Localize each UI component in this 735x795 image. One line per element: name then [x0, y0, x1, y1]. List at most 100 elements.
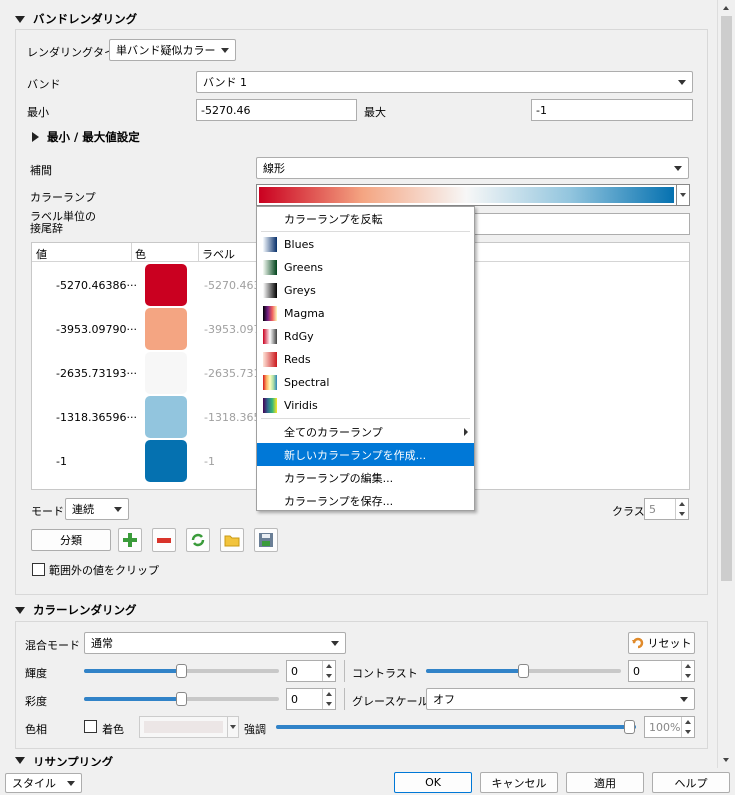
spin-down-icon[interactable]: [685, 730, 691, 734]
menu-item-edit-ramp[interactable]: カラーランプの編集...: [257, 466, 474, 489]
reds-swatch-icon: [263, 352, 277, 367]
menu-item-save-ramp[interactable]: カラーランプを保存...: [257, 489, 474, 512]
spin-up-icon[interactable]: [326, 692, 332, 696]
slider-handle[interactable]: [518, 664, 529, 678]
menu-item-greys[interactable]: Greys: [257, 279, 474, 302]
colorize-checkbox[interactable]: [84, 720, 97, 733]
load-file-button[interactable]: [220, 528, 244, 552]
spin-down-icon[interactable]: [326, 674, 332, 678]
blues-swatch-icon: [263, 237, 277, 252]
band-label: バンド: [27, 78, 61, 91]
row-color-swatch[interactable]: [145, 352, 187, 394]
menu-item-invert-ramp[interactable]: カラーランプを反転: [257, 207, 474, 230]
menu-item-create-new-ramp[interactable]: 新しいカラーランプを作成...: [257, 443, 474, 466]
viridis-swatch-icon: [263, 398, 277, 413]
header-value[interactable]: 値: [36, 246, 47, 262]
vertical-scrollbar[interactable]: [717, 0, 735, 770]
spin-down-icon[interactable]: [685, 674, 691, 678]
strength-slider[interactable]: [276, 720, 636, 734]
color-rendering-header[interactable]: カラーレンダリング: [15, 602, 137, 618]
menu-item-all-ramps[interactable]: 全てのカラーランプ: [257, 420, 474, 443]
help-button[interactable]: ヘルプ: [652, 772, 730, 793]
menu-separator: [261, 418, 470, 419]
band-combo[interactable]: バンド 1: [196, 71, 693, 93]
slider-handle[interactable]: [624, 720, 635, 734]
menu-item-greens[interactable]: Greens: [257, 256, 474, 279]
brightness-slider[interactable]: [84, 664, 279, 678]
brightness-spinbox[interactable]: 0: [286, 660, 336, 682]
menu-item-viridis[interactable]: Viridis: [257, 394, 474, 417]
scrollbar-thumb[interactable]: [721, 16, 732, 581]
colorize-color-button[interactable]: [139, 716, 239, 738]
spectral-swatch-icon: [263, 375, 277, 390]
header-color[interactable]: 色: [135, 246, 146, 262]
remove-value-button[interactable]: [152, 528, 176, 552]
chevron-down-icon: [678, 79, 686, 85]
grayscale-combo[interactable]: オフ: [426, 688, 695, 710]
saturation-label: 彩度: [25, 695, 47, 708]
refresh-icon: [191, 533, 205, 547]
brightness-label: 輝度: [25, 667, 47, 680]
interpolation-combo[interactable]: 線形: [256, 157, 689, 179]
render-type-combo[interactable]: 単バンド疑似カラー: [109, 39, 236, 61]
clip-checkbox[interactable]: [32, 563, 45, 576]
row-color-swatch[interactable]: [145, 440, 187, 482]
reset-button[interactable]: リセット: [628, 632, 695, 654]
min-label: 最小: [27, 106, 49, 119]
menu-separator: [261, 231, 470, 232]
slider-handle[interactable]: [176, 664, 187, 678]
menu-item-reds[interactable]: Reds: [257, 348, 474, 371]
menu-item-rdgy[interactable]: RdGy: [257, 325, 474, 348]
menu-item-magma[interactable]: Magma: [257, 302, 474, 325]
magma-swatch-icon: [263, 306, 277, 321]
row-color-swatch[interactable]: [145, 396, 187, 438]
classify-button[interactable]: 分類: [31, 529, 111, 551]
scroll-down-arrow-icon[interactable]: [723, 758, 729, 762]
chevron-down-icon: [680, 696, 688, 702]
row-color-swatch[interactable]: [145, 308, 187, 350]
interpolation-label: 補間: [30, 164, 52, 177]
divider: [344, 688, 345, 710]
chevron-down-icon: [67, 780, 75, 786]
spin-up-icon[interactable]: [326, 664, 332, 668]
menu-item-blues[interactable]: Blues: [257, 233, 474, 256]
blend-mode-combo[interactable]: 通常: [84, 632, 346, 654]
spin-up-icon[interactable]: [685, 720, 691, 724]
cancel-button[interactable]: キャンセル: [480, 772, 558, 793]
row-label: -3953.097: [204, 323, 261, 336]
spin-up-icon[interactable]: [685, 664, 691, 668]
menu-item-spectral[interactable]: Spectral: [257, 371, 474, 394]
style-menu-button[interactable]: スタイル: [5, 773, 82, 793]
min-input[interactable]: -5270.46: [196, 99, 357, 121]
chevron-down-icon: [680, 193, 686, 197]
header-label[interactable]: ラベル: [202, 246, 235, 262]
row-value: -2635.73193···: [56, 367, 137, 380]
scroll-up-arrow-icon[interactable]: [723, 6, 729, 10]
reverse-order-button[interactable]: [186, 528, 210, 552]
row-color-swatch[interactable]: [145, 264, 187, 306]
save-file-button[interactable]: [254, 528, 278, 552]
row-value: -1: [56, 455, 67, 468]
resampling-header[interactable]: リサンプリング: [15, 756, 113, 766]
slider-handle[interactable]: [176, 692, 187, 706]
submenu-arrow-icon: [464, 428, 468, 436]
ramp-dropdown-arrow[interactable]: [676, 185, 689, 205]
mode-combo[interactable]: 連続: [65, 498, 129, 520]
contrast-slider[interactable]: [426, 664, 621, 678]
saturation-spinbox[interactable]: 0: [286, 688, 336, 710]
unit-suffix-input[interactable]: [470, 213, 690, 235]
strength-spinbox[interactable]: 100%: [644, 716, 695, 738]
spin-down-icon[interactable]: [326, 702, 332, 706]
max-input[interactable]: -1: [531, 99, 693, 121]
saturation-slider[interactable]: [84, 692, 279, 706]
contrast-spinbox[interactable]: 0: [628, 660, 695, 682]
spin-up-icon[interactable]: [679, 502, 685, 506]
band-rendering-header[interactable]: バンドレンダリング: [15, 11, 137, 27]
minmax-settings-toggle[interactable]: 最小 / 最大値設定: [32, 129, 140, 145]
class-count-spinbox[interactable]: 5: [644, 498, 689, 520]
add-value-button[interactable]: [118, 528, 142, 552]
apply-button[interactable]: 適用: [566, 772, 644, 793]
ok-button[interactable]: OK: [394, 772, 472, 793]
spin-down-icon[interactable]: [679, 512, 685, 516]
color-ramp-button[interactable]: [256, 184, 690, 206]
